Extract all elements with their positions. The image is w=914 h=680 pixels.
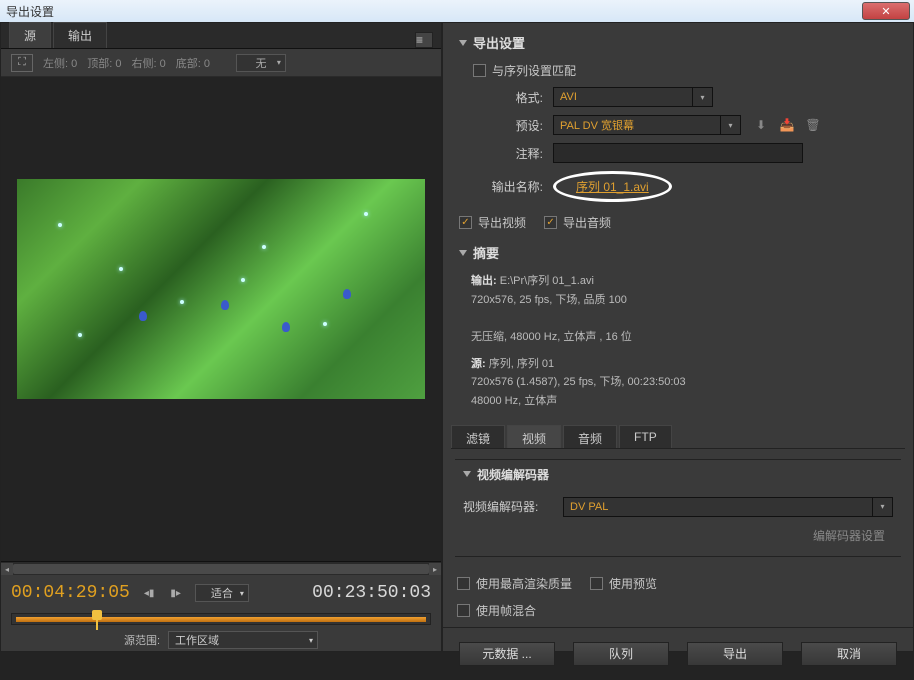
summary-source: 源: 序列, 序列 01 720x576 (1.4587), 25 fps, 下… <box>443 351 913 415</box>
preview-panel: 源 输出 ≡ ⛶ 左侧: 0 顶部: 0 右侧: 0 底部: 0 无 <box>0 22 442 652</box>
comment-label: 注释: <box>443 145 553 162</box>
format-label: 格式: <box>443 89 553 106</box>
format-select[interactable]: AVI <box>553 87 693 107</box>
output-name-label: 输出名称: <box>443 178 553 195</box>
export-audio-checkbox[interactable]: ✓ <box>544 216 557 229</box>
source-range-label: 源范围: <box>124 632 160 648</box>
close-button[interactable]: ✕ <box>862 2 910 20</box>
codec-settings-button[interactable]: 编解码器设置 <box>455 525 901 557</box>
frame-blend-checkbox[interactable] <box>457 604 470 617</box>
max-render-quality-label: 使用最高渲染质量 <box>476 575 572 592</box>
codec-select[interactable]: DV PAL <box>563 497 873 517</box>
summary-output: 输出: E:\Pr\序列 01_1.avi 720x576, 25 fps, 下… <box>443 268 913 351</box>
codec-collapse-icon[interactable] <box>463 471 471 477</box>
comment-input[interactable] <box>553 143 803 163</box>
window-title: 导出设置 <box>6 3 54 20</box>
tab-filter[interactable]: 滤镜 <box>451 425 505 448</box>
zoom-fit-select[interactable]: 适合 <box>195 584 249 602</box>
step-fwd-icon[interactable]: ▮▸ <box>168 588 183 599</box>
frame-blend-label: 使用帧混合 <box>476 602 536 619</box>
crop-left[interactable]: 左侧: 0 <box>43 55 77 71</box>
crop-tool-icon[interactable]: ⛶ <box>11 54 33 72</box>
use-preview-checkbox[interactable] <box>590 577 603 590</box>
max-render-quality-checkbox[interactable] <box>457 577 470 590</box>
import-preset-icon[interactable]: 📥 <box>779 117 795 133</box>
preview-h-scrollbar[interactable]: ◂ ▸ <box>1 561 441 575</box>
crop-bottom[interactable]: 底部: 0 <box>176 55 210 71</box>
preset-label: 预设: <box>443 117 553 134</box>
match-sequence-label: 与序列设置匹配 <box>492 62 576 79</box>
format-dropdown-icon[interactable]: ▾ <box>693 87 713 107</box>
save-preset-icon[interactable]: ⬇ <box>753 117 769 133</box>
summary-title: 摘要 <box>473 243 499 262</box>
export-audio-label: 导出音频 <box>563 214 611 231</box>
export-video-checkbox[interactable]: ✓ <box>459 216 472 229</box>
timeline-scrubber[interactable] <box>11 613 431 625</box>
crop-aspect-select[interactable]: 无 <box>236 54 286 72</box>
export-video-label: 导出视频 <box>478 214 526 231</box>
export-button[interactable]: 导出 <box>687 642 783 666</box>
current-timecode[interactable]: 00:04:29:05 <box>11 583 130 603</box>
queue-button[interactable]: 队列 <box>573 642 669 666</box>
codec-label: 视频编解码器: <box>463 498 563 515</box>
playhead-icon[interactable] <box>92 610 102 626</box>
collapse-icon[interactable] <box>459 40 467 46</box>
export-settings-title: 导出设置 <box>473 33 525 52</box>
duration-timecode: 00:23:50:03 <box>312 583 431 603</box>
settings-panel: 导出设置 与序列设置匹配 格式: AVI ▾ 预设: PAL DV 宽银幕 ▾ … <box>442 22 914 652</box>
delete-preset-icon[interactable]: 🗑 <box>805 117 821 133</box>
output-name-link[interactable]: 序列 01_1.avi <box>576 180 649 194</box>
codec-section-title: 视频编解码器 <box>477 466 549 483</box>
metadata-button[interactable]: 元数据 ... <box>459 642 555 666</box>
tab-video[interactable]: 视频 <box>507 425 561 448</box>
preset-select[interactable]: PAL DV 宽银幕 <box>553 115 721 135</box>
source-range-select[interactable]: 工作区域 <box>168 631 318 649</box>
summary-collapse-icon[interactable] <box>459 250 467 256</box>
crop-right[interactable]: 右侧: 0 <box>131 55 165 71</box>
tab-source[interactable]: 源 <box>9 22 51 48</box>
preset-dropdown-icon[interactable]: ▾ <box>721 115 741 135</box>
tab-output[interactable]: 输出 <box>53 22 107 48</box>
preview-viewport <box>1 77 441 561</box>
step-back-icon[interactable]: ◂▮ <box>142 588 157 599</box>
crop-top[interactable]: 顶部: 0 <box>87 55 121 71</box>
preview-image <box>17 179 425 399</box>
cancel-button[interactable]: 取消 <box>801 642 897 666</box>
panel-menu-icon[interactable]: ≡ <box>415 32 433 48</box>
tab-audio[interactable]: 音频 <box>563 425 617 448</box>
codec-dropdown-icon[interactable]: ▾ <box>873 497 893 517</box>
match-sequence-checkbox[interactable] <box>473 64 486 77</box>
tab-ftp[interactable]: FTP <box>619 425 672 448</box>
use-preview-label: 使用预览 <box>609 575 657 592</box>
